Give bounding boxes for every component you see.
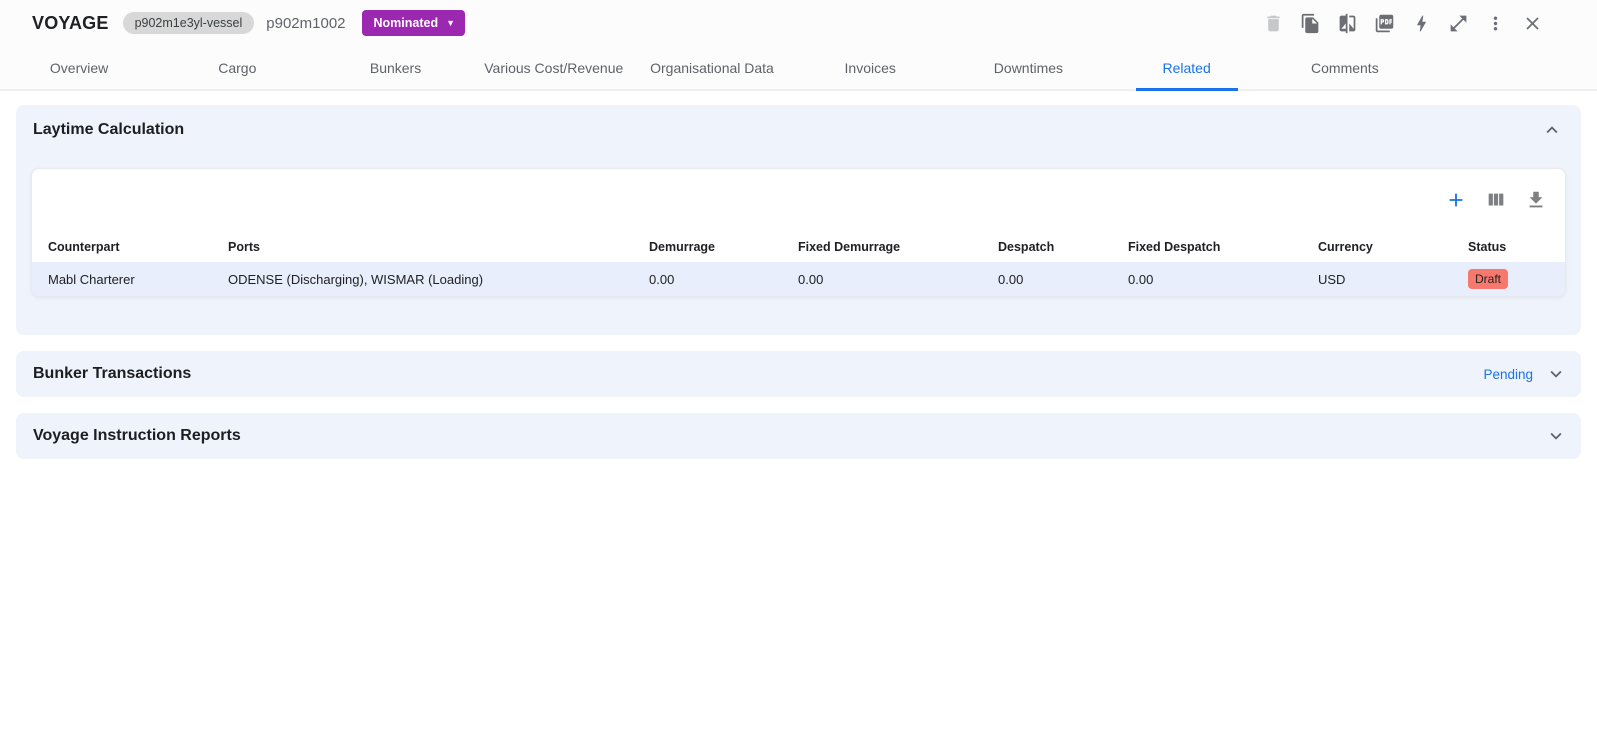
column-header-ports: Ports (228, 240, 649, 254)
add-row-icon[interactable] (1439, 183, 1473, 217)
laytime-section-title: Laytime Calculation (33, 121, 184, 139)
tab-cargo[interactable]: Cargo (158, 46, 316, 89)
cell-currency: USD (1318, 272, 1468, 287)
cell-fixed-demurrage: 0.00 (798, 272, 998, 287)
window-chrome: VOYAGE p902m1e3yl-vessel p902m1002 Nomin… (0, 0, 1597, 91)
tab-related[interactable]: Related (1108, 46, 1266, 89)
header-actions (1258, 8, 1577, 38)
voyage-instruction-reports-title: Voyage Instruction Reports (33, 427, 241, 445)
status-badge: Draft (1468, 269, 1508, 289)
chevron-down-icon[interactable] (1545, 425, 1567, 447)
tab-overview[interactable]: Overview (0, 46, 158, 89)
title-bar: VOYAGE p902m1e3yl-vessel p902m1002 Nomin… (0, 0, 1597, 46)
pdf-icon[interactable] (1369, 8, 1399, 38)
chevron-down-icon[interactable] (1545, 363, 1567, 385)
vessel-chip: p902m1e3yl-vessel (123, 12, 255, 34)
voyage-id: p902m1002 (266, 15, 345, 32)
laytime-section-header[interactable]: Laytime Calculation (16, 105, 1581, 155)
page-title: VOYAGE (32, 13, 109, 34)
laytime-table-toolbar (32, 169, 1565, 231)
download-icon[interactable] (1519, 183, 1553, 217)
column-header-despatch: Despatch (998, 240, 1128, 254)
cell-despatch: 0.00 (998, 272, 1128, 287)
tab-invoices[interactable]: Invoices (791, 46, 949, 89)
status-dropdown[interactable]: Nominated ▼ (362, 10, 466, 36)
column-header-currency: Currency (1318, 240, 1468, 254)
tab-various-cost-revenue[interactable]: Various Cost/Revenue (475, 46, 633, 89)
tab-downtimes[interactable]: Downtimes (949, 46, 1107, 89)
laytime-calculation-section: Laytime Calculation Counterpart Ports (16, 105, 1581, 335)
related-tab-content: Laytime Calculation Counterpart Ports (0, 91, 1597, 473)
bunker-transactions-section[interactable]: Bunker Transactions Pending (16, 351, 1581, 397)
laytime-table-card: Counterpart Ports Demurrage Fixed Demurr… (31, 168, 1566, 297)
status-dropdown-label: Nominated (374, 16, 439, 30)
cell-fixed-despatch: 0.00 (1128, 272, 1318, 287)
copy-icon[interactable] (1295, 8, 1325, 38)
more-vert-icon[interactable] (1480, 8, 1510, 38)
pending-link[interactable]: Pending (1483, 367, 1533, 382)
tab-bunkers[interactable]: Bunkers (316, 46, 474, 89)
table-row[interactable]: Mabl Charterer ODENSE (Discharging), WIS… (32, 262, 1565, 296)
chevron-up-icon[interactable] (1541, 119, 1563, 141)
columns-icon[interactable] (1479, 183, 1513, 217)
column-header-counterpart: Counterpart (48, 240, 228, 254)
laytime-table-header: Counterpart Ports Demurrage Fixed Demurr… (32, 231, 1565, 262)
bolt-icon[interactable] (1406, 8, 1436, 38)
tab-organisational-data[interactable]: Organisational Data (633, 46, 791, 89)
cell-counterpart: Mabl Charterer (48, 272, 228, 287)
voyage-instruction-reports-section[interactable]: Voyage Instruction Reports (16, 413, 1581, 459)
compare-icon[interactable] (1332, 8, 1362, 38)
tab-comments[interactable]: Comments (1266, 46, 1424, 89)
cell-ports: ODENSE (Discharging), WISMAR (Loading) (228, 272, 649, 287)
bunker-transactions-title: Bunker Transactions (33, 365, 191, 383)
column-header-status: Status (1468, 240, 1565, 254)
cell-demurrage: 0.00 (649, 272, 798, 287)
tab-bar: Overview Cargo Bunkers Various Cost/Reve… (0, 46, 1424, 89)
column-header-fixed-demurrage: Fixed Demurrage (798, 240, 998, 254)
expand-icon[interactable] (1443, 8, 1473, 38)
column-header-demurrage: Demurrage (649, 240, 798, 254)
caret-down-icon: ▼ (446, 19, 455, 28)
close-icon[interactable] (1517, 8, 1547, 38)
column-header-fixed-despatch: Fixed Despatch (1128, 240, 1318, 254)
delete-icon[interactable] (1258, 8, 1288, 38)
